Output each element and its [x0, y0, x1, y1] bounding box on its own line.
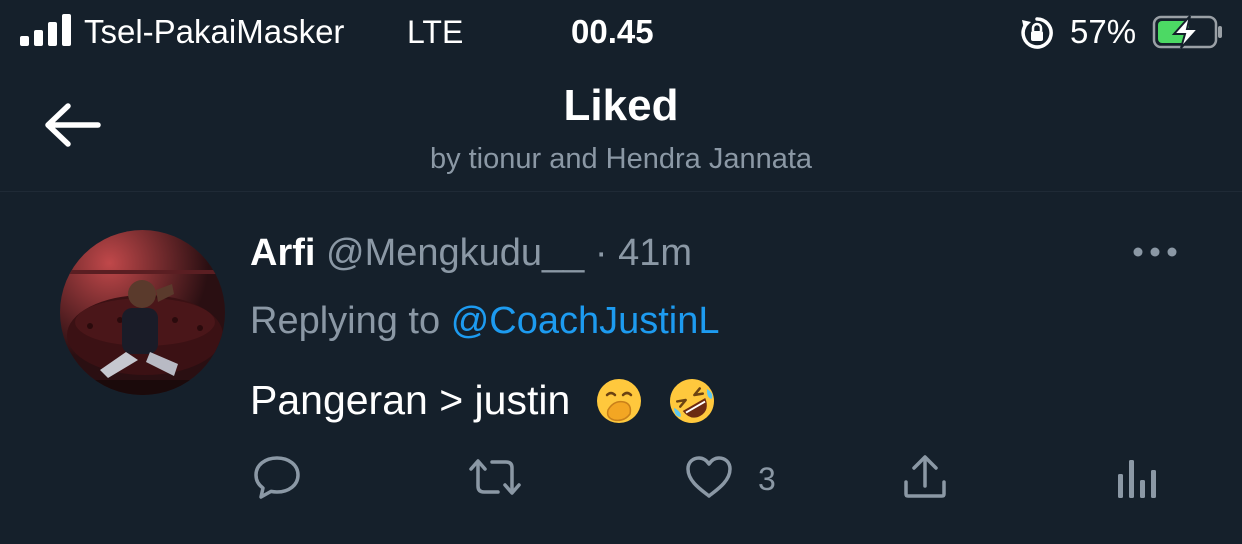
carrier-name: Tsel-PakaiMasker — [84, 13, 345, 50]
status-bar: Tsel-PakaiMasker LTE 00.45 57% — [0, 0, 1242, 66]
author-name[interactable]: Arfi — [250, 232, 315, 274]
reply-button[interactable] — [252, 452, 302, 504]
meta-separator: · — [594, 232, 608, 274]
face-with-hand-over-mouth-emoji — [596, 379, 641, 423]
rolling-on-floor-laughing-emoji — [670, 379, 715, 423]
tweet-time: 41m — [618, 232, 693, 274]
like-icon — [686, 456, 732, 498]
like-count: 3 — [758, 461, 776, 497]
reply-icon — [254, 456, 300, 499]
tweet-text: Pangeran > justin — [250, 372, 717, 428]
share-button[interactable] — [900, 452, 950, 504]
network-type: LTE — [407, 14, 464, 50]
share-icon — [904, 455, 946, 498]
retweet-button[interactable] — [468, 452, 522, 504]
page-subtitle: by tionur and Hendra Jannata — [429, 143, 813, 175]
page-header: Liked by tionur and Hendra Jannata — [0, 66, 1242, 192]
rotation-lock-icon — [1021, 17, 1053, 49]
battery-percent: 57% — [1070, 13, 1137, 50]
author-handle[interactable]: @Mengkudu__ — [326, 232, 584, 274]
replying-to-line: Replying to @CoachJustinL — [250, 296, 720, 346]
analytics-icon — [1118, 460, 1156, 498]
status-time: 00.45 — [571, 13, 654, 50]
page-title: Liked — [563, 81, 679, 130]
tweet-header: Arfi @Mengkudu__ · 41m — [250, 228, 692, 278]
like-button[interactable] — [684, 452, 734, 504]
replying-to-mention[interactable]: @CoachJustinL — [451, 300, 720, 342]
more-options-icon[interactable] — [1130, 238, 1180, 266]
avatar[interactable] — [60, 230, 225, 395]
replying-to-label: Replying to — [250, 300, 441, 342]
signal-icon — [20, 14, 71, 46]
retweet-icon — [469, 459, 521, 495]
tweet-body: Pangeran > justin — [250, 377, 571, 423]
analytics-button[interactable] — [1116, 452, 1160, 504]
battery-charging-icon — [1152, 15, 1222, 49]
